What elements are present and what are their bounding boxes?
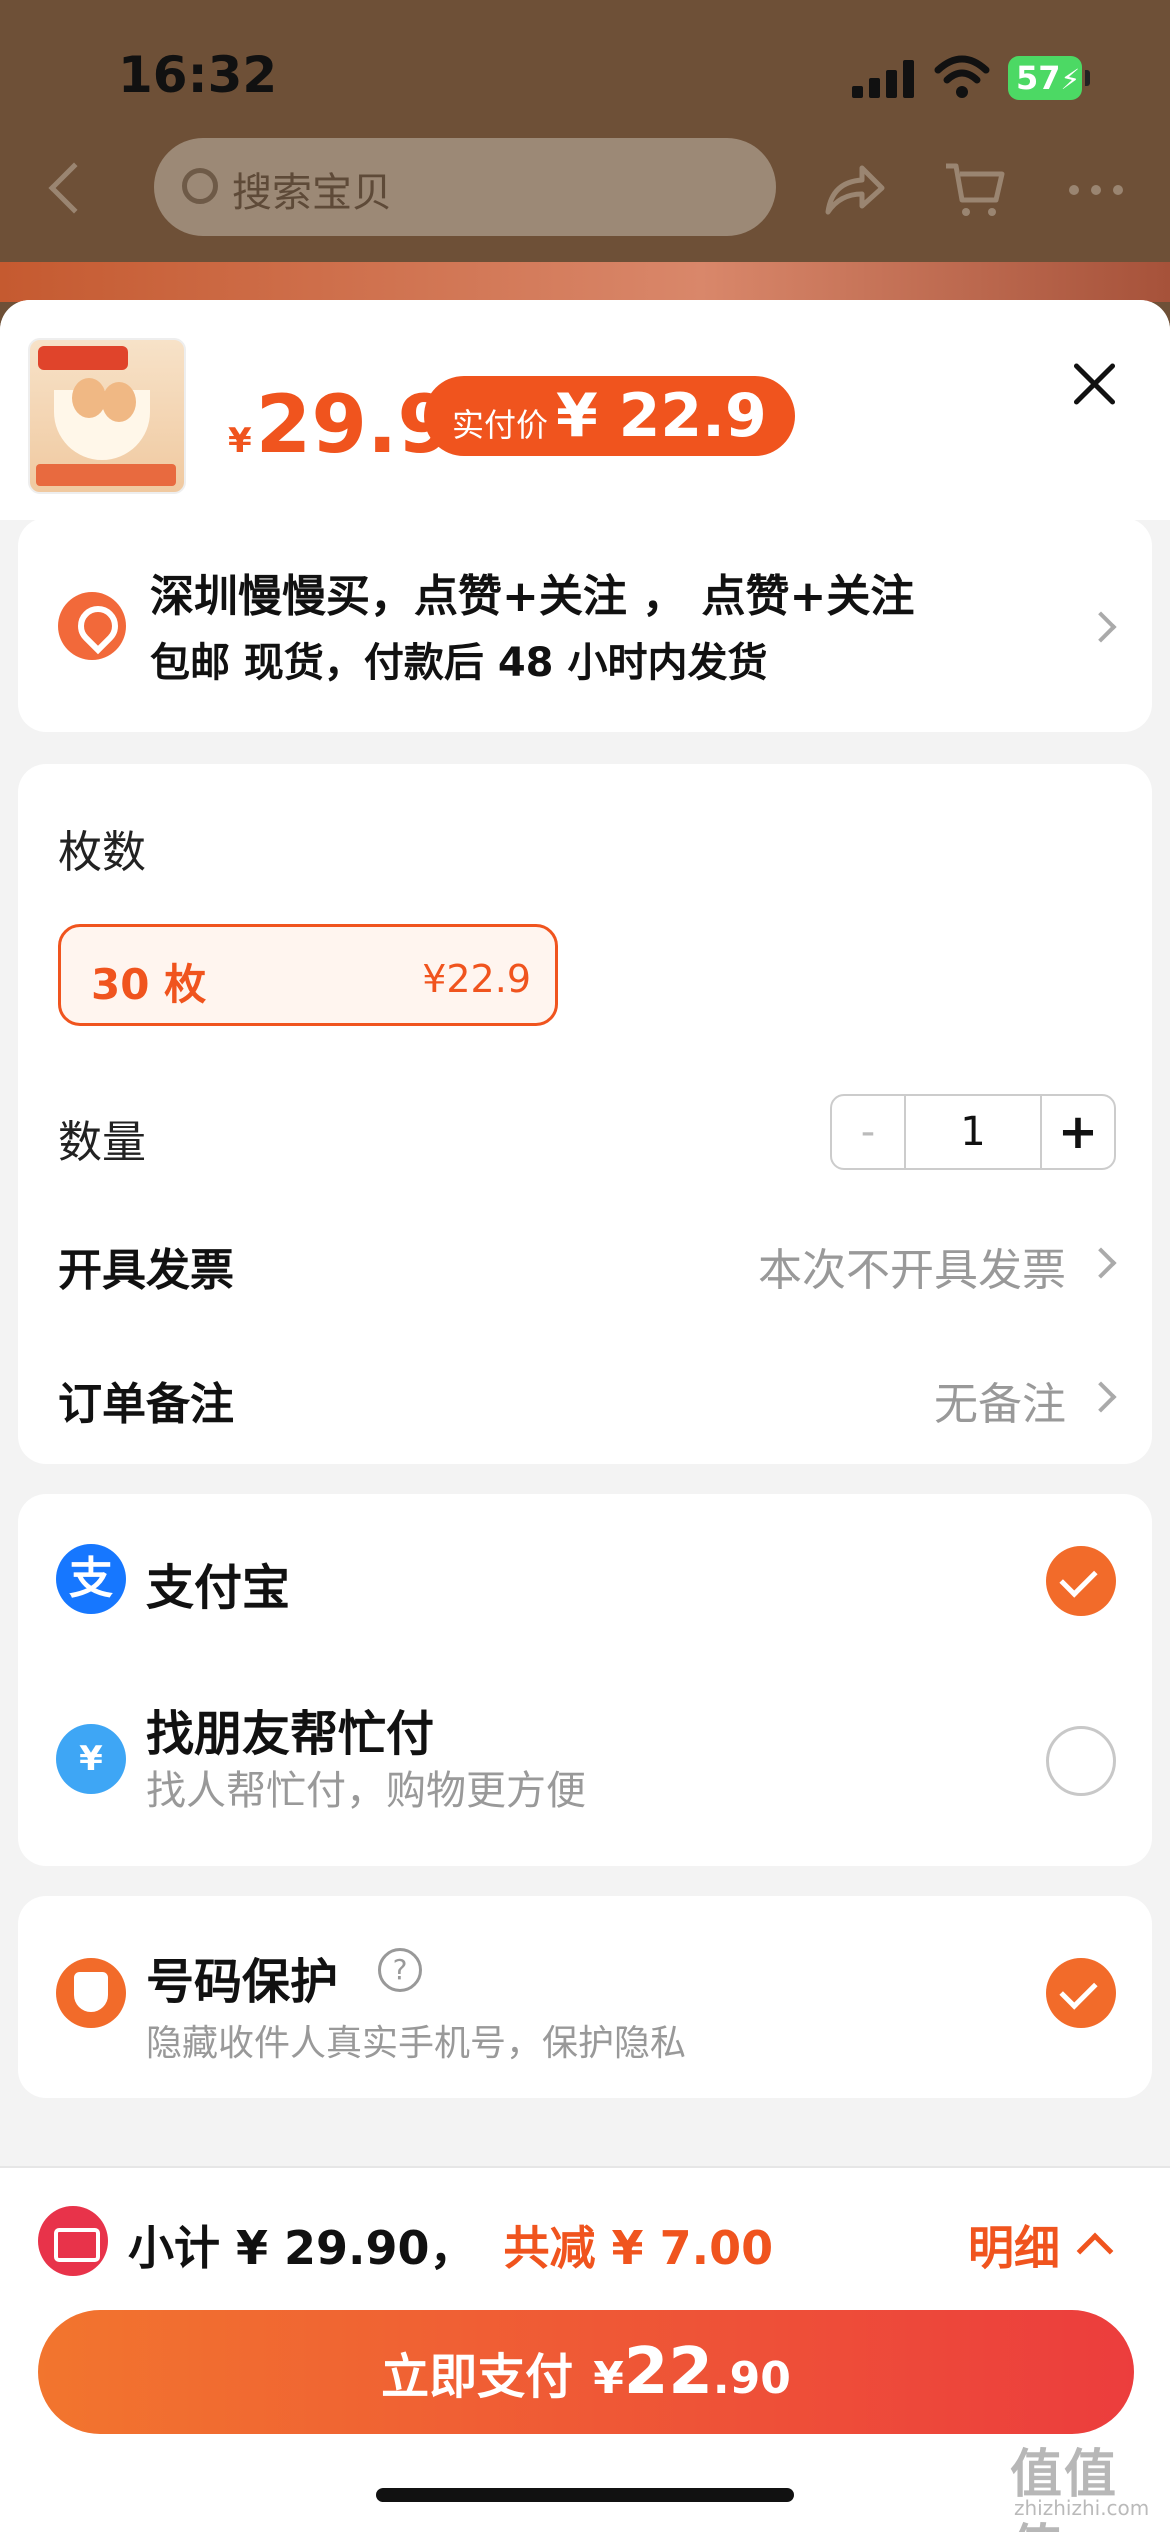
price-summary: 小计 ¥ 29.90， 共减 ¥ 7.00	[128, 2212, 773, 2278]
search-placeholder: 搜索宝贝	[232, 170, 392, 216]
price-currency: ¥	[228, 421, 252, 461]
number-protection-card: 号码保护 ? 隐藏收件人真实手机号，保护隐私	[18, 1896, 1152, 2098]
coupon-ticket-icon	[38, 2206, 108, 2276]
sheet-header: ¥29.9 实付价 ¥ 22.9	[0, 300, 1170, 520]
alipay-checked-radio[interactable]	[1046, 1546, 1116, 1616]
close-icon[interactable]	[1070, 360, 1118, 408]
alipay-label[interactable]: 支付宝	[146, 1548, 290, 1618]
spec-section-label: 枚数	[58, 827, 146, 878]
quantity-stepper: - 1 +	[830, 1094, 1116, 1170]
quantity-plus-button[interactable]: +	[1042, 1096, 1114, 1168]
more-icon[interactable]	[1066, 160, 1126, 220]
address-card[interactable]: 深圳慢慢买，点赞+关注 ， 点赞+关注 包邮 现货，付款后 48 小时内发货	[18, 518, 1152, 732]
quantity-input[interactable]: 1	[906, 1096, 1042, 1168]
cart-icon[interactable]	[942, 160, 1006, 220]
spec-option-price: ¥22.9	[422, 957, 531, 1001]
pay-button-currency: ¥	[593, 2353, 624, 2404]
order-note-value[interactable]: 无备注	[934, 1368, 1066, 1432]
help-question-icon[interactable]: ?	[378, 1948, 422, 1992]
pay-button-amount-int: 22	[623, 2335, 713, 2409]
share-icon[interactable]	[822, 160, 886, 220]
status-time: 16:32	[118, 46, 278, 104]
back-arrow-icon[interactable]	[48, 162, 100, 214]
payment-card: 支 支付宝 ¥ 找朋友帮忙付 找人帮忙付，购物更方便	[18, 1494, 1152, 1866]
search-bar[interactable]: 搜索宝贝	[154, 138, 776, 236]
address-line-2: 包邮 现货，付款后 48 小时内发货	[150, 640, 768, 686]
chevron-right-icon	[1085, 611, 1117, 643]
pay-button-label: 立即支付	[381, 2349, 574, 2405]
battery-icon: 57⚡	[1008, 56, 1090, 100]
friend-pay-label[interactable]: 找朋友帮忙付	[146, 1694, 434, 1764]
pay-now-button[interactable]: 立即支付 ¥22.90	[38, 2310, 1134, 2434]
pay-price-label: 实付价	[452, 406, 549, 444]
spec-card: 枚数 30 枚 ¥22.9 数量 - 1 + 开具发票 本次不开具发票 订单备注…	[18, 764, 1152, 1464]
spec-option-selected[interactable]: 30 枚 ¥22.9	[58, 924, 558, 1026]
friend-pay-icon: ¥	[56, 1724, 126, 1794]
battery-level: 57	[1016, 59, 1061, 97]
quantity-label: 数量	[58, 1117, 146, 1168]
pay-price-value: ¥ 22.9	[556, 381, 767, 451]
reduction-text: 共减 ¥ 7.00	[503, 2221, 774, 2275]
number-protection-checkbox[interactable]	[1046, 1958, 1116, 2028]
subtotal-text: 小计 ¥ 29.90，	[128, 2221, 476, 2275]
checkout-sheet: ¥29.9 实付价 ¥ 22.9 深圳慢慢买，点赞+关注 ， 点赞+关注 包邮 现…	[0, 300, 1170, 2532]
spec-option-name: 30 枚	[91, 960, 207, 1009]
number-protection-label: 号码保护	[146, 1954, 339, 2010]
invoice-value[interactable]: 本次不开具发票	[758, 1234, 1066, 1298]
watermark-url: zhizhizhi.com	[1014, 2496, 1150, 2520]
promo-banner	[0, 262, 1170, 302]
order-note-label: 订单备注	[58, 1379, 234, 1430]
invoice-label: 开具发票	[58, 1245, 234, 1296]
home-indicator[interactable]	[376, 2488, 794, 2502]
wifi-icon	[934, 55, 990, 98]
price-value: 29.9	[255, 378, 454, 471]
product-thumbnail	[28, 338, 186, 494]
friend-pay-radio[interactable]	[1046, 1726, 1116, 1796]
number-protection-subtitle: 隐藏收件人真实手机号，保护隐私	[146, 2023, 687, 2064]
chevron-right-icon	[1085, 1247, 1117, 1279]
top-nav: 搜索宝贝	[0, 130, 1170, 250]
signal-icon	[852, 60, 916, 98]
pay-price-badge: 实付价 ¥ 22.9	[424, 376, 795, 456]
product-price: ¥29.9	[228, 378, 453, 471]
status-bar: 16:32 57⚡	[0, 0, 1170, 150]
quantity-minus-button[interactable]: -	[832, 1096, 906, 1168]
detail-toggle[interactable]: 明细	[968, 2212, 1060, 2278]
location-pin-icon	[58, 592, 126, 660]
search-icon	[182, 168, 218, 204]
chevron-up-icon[interactable]	[1076, 2232, 1114, 2270]
alipay-icon: 支	[56, 1544, 126, 1614]
chevron-right-icon	[1085, 1381, 1117, 1413]
checkout-footer: 小计 ¥ 29.90， 共减 ¥ 7.00 明细 立即支付 ¥22.90	[0, 2166, 1170, 2532]
pay-button-amount-dec: .90	[712, 2353, 791, 2404]
phone-shield-icon	[56, 1958, 126, 2028]
address-line-1: 深圳慢慢买，点赞+关注 ， 点赞+关注	[150, 571, 915, 622]
friend-pay-subtitle: 找人帮忙付，购物更方便	[146, 1768, 586, 1814]
